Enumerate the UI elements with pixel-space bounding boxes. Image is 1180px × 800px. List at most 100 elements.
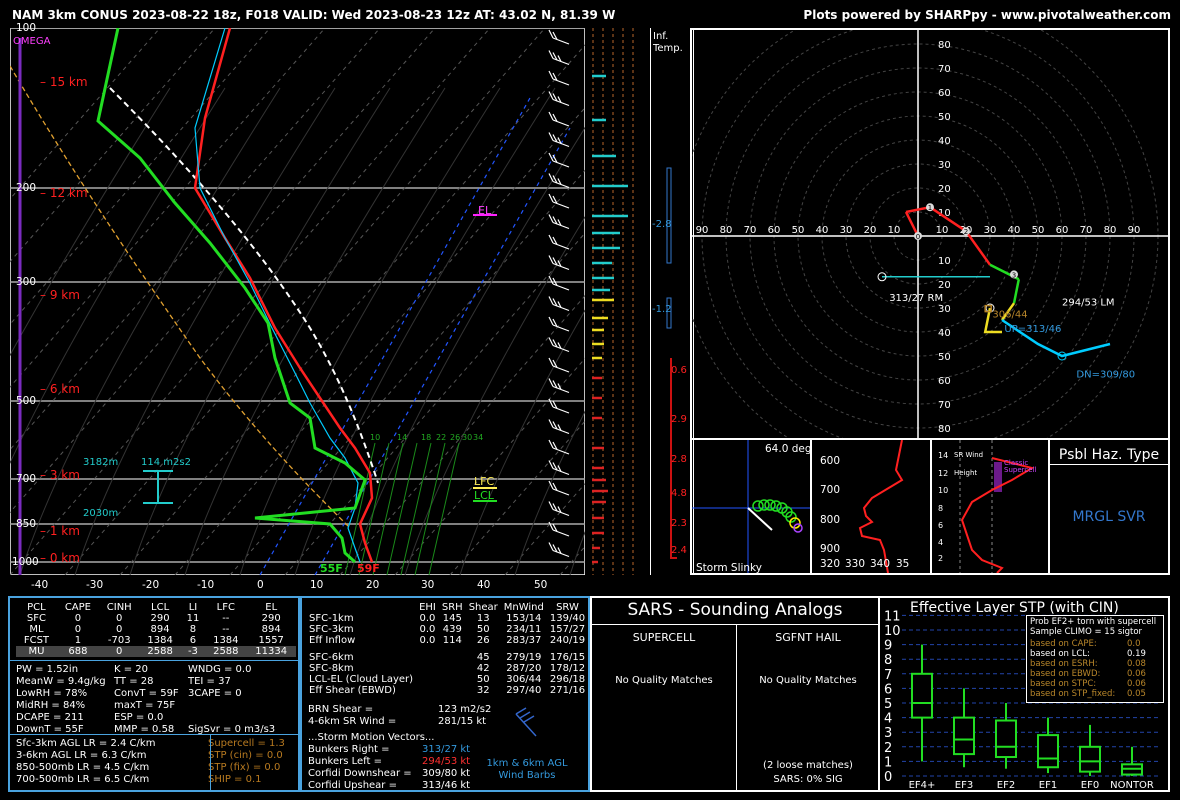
hodo-ring-label: 20	[864, 225, 877, 236]
hodo-ring-label: 50	[938, 112, 951, 123]
kinematic-header: SRW	[556, 602, 579, 613]
sars-hail-title: SGFNT HAIL	[775, 631, 841, 644]
parcel-cell: 1	[74, 635, 82, 646]
parcel-header: CINH	[106, 602, 132, 613]
wind-barbs-column	[548, 29, 570, 558]
el-label: EL	[478, 204, 492, 217]
kinematic-cell	[416, 663, 439, 674]
stp-category: EF2	[997, 780, 1015, 790]
kinematic-cell	[439, 663, 466, 674]
hodo-ring-label: 80	[1104, 225, 1117, 236]
parcel-row: FCST 1 -703 1384 6 1384 1557	[16, 635, 296, 646]
hodo-ring-label: 50	[938, 352, 951, 363]
storm-slinky-panel: 64.0 deg Storm Slinky	[690, 438, 812, 575]
height-label-15km: – 15 km	[40, 75, 88, 89]
kinematic-cell: 439	[442, 624, 462, 635]
kinematic-cell: 145	[442, 613, 462, 624]
index-line: ConvT = 59F	[114, 688, 179, 699]
parcel-cell: 1384	[213, 635, 239, 646]
hodo-ring-label: 30	[938, 160, 951, 171]
sr-ytick: 4	[938, 538, 944, 547]
index-line: K = 20	[114, 664, 149, 675]
wind-barb	[548, 173, 570, 189]
stp-ytick: 2	[884, 741, 892, 756]
parcel-cell: -703	[107, 635, 131, 646]
wind-barb	[548, 29, 570, 45]
wind-barb	[548, 193, 570, 209]
kinematic-cell: 50	[476, 624, 490, 635]
classic-supercell-label: Classic Supercell	[1004, 459, 1037, 474]
stp-box	[953, 688, 975, 768]
hodo-segment	[1012, 278, 1021, 304]
sr-ytick: 6	[938, 521, 944, 530]
parcel-cell: --	[222, 624, 230, 635]
stp-ytick: 8	[884, 653, 892, 668]
slinky-ytick: 700	[820, 484, 841, 496]
sars-panel: SARS - Sounding Analogs SUPERCELL SGFNT …	[590, 596, 880, 792]
index-line: STP (fix) = 0.0	[208, 762, 281, 773]
kinematics-panel: EHI SRH Shear MnWind SRW SFC-1km 0.0 145 13 153/…	[300, 596, 590, 792]
barbs-label-1: 1km & 6km AGL	[486, 758, 568, 769]
skewt-svg	[10, 28, 585, 575]
kinematic-cell: 306/44	[506, 674, 542, 685]
parcel-cell: ML	[29, 624, 44, 635]
parcel-cell: 0	[116, 613, 123, 624]
hodo-ring-label: 80	[720, 225, 733, 236]
kinematic-row: Eff Shear (EBWD) 32 297/40 271/16	[306, 685, 588, 696]
hodo-ring-label: 30	[938, 304, 951, 315]
temp-tick: 0	[257, 579, 264, 591]
dewpoint-trace	[96, 28, 367, 564]
stp-box	[1079, 724, 1101, 776]
height-label-9km: – 9 km	[40, 288, 80, 302]
index-line: DCAPE = 211	[16, 712, 84, 723]
stp-ytick: 10	[884, 624, 901, 639]
temp-tick: 10	[310, 579, 324, 591]
hodo-ring-label: 90	[696, 225, 709, 236]
slinky-xtick: 320	[820, 558, 841, 570]
index-line	[188, 712, 275, 724]
parcel-cell: 290	[261, 613, 281, 624]
hodo-ring-label: 70	[744, 225, 757, 236]
index-line: TEI = 37	[188, 676, 231, 687]
stp-prob-value: 0.0	[1127, 639, 1141, 649]
parcel-row: ML 0 0 894 8 -- 894	[16, 624, 296, 635]
kinematics-table: EHI SRH Shear MnWind SRW SFC-1km 0.0 145 13 153/…	[306, 602, 588, 696]
eff-inflow-top-label: 3182m	[83, 457, 119, 468]
kinematic-row: SFC-8km 42 287/20 178/12	[306, 663, 588, 674]
inferred-label-2: Temp.	[653, 43, 683, 54]
kinematic-cell: 287/20	[506, 663, 542, 674]
kinematic-cell: 45	[476, 652, 490, 663]
header-credit: Plots powered by SHARPpy - www.pivotalwe…	[803, 8, 1171, 22]
parcel-cell: 894	[261, 624, 281, 635]
wind-barb	[548, 214, 570, 230]
kinematic-cell: 157/27	[549, 624, 586, 635]
parcel-cell: 894	[150, 624, 170, 635]
slinky-xtick: 340	[870, 558, 891, 570]
index-line: LowRH = 78%	[16, 688, 88, 699]
sr-wind-label: 4-6km SR Wind =	[308, 716, 397, 727]
parcel-cell: 8	[189, 624, 197, 635]
parcel-header: LI	[188, 602, 198, 613]
hodo-ring-label: 30	[840, 225, 853, 236]
hodo-ring-label: 60	[938, 88, 951, 99]
stp-box	[1121, 746, 1143, 776]
stp-ytick: 3	[884, 726, 892, 741]
kinematic-cell: 32	[476, 685, 490, 696]
pressure-label-850: 850	[16, 518, 37, 530]
kinematic-cell: LCL-EL (Cloud Layer)	[309, 674, 414, 685]
stp-prob-row: based on STP_fixed:	[1030, 689, 1116, 699]
stp-prob-row: based on CAPE:	[1030, 639, 1097, 649]
kinematic-row: Eff Inflow 0.0 114 26 283/37 240/19	[306, 635, 588, 649]
pressure-label-1000: 1000	[12, 556, 39, 568]
lapse-rates: Sfc-3km AGL LR = 2.4 C/km 3-6km AGL LR = …	[16, 738, 155, 786]
hodo-height-label: 0	[916, 233, 920, 241]
corfidi-up: Corfidi Upshear =	[308, 780, 397, 791]
hodo-ring-label: 70	[1080, 225, 1093, 236]
parcel-cell: --	[222, 613, 230, 624]
temp-tick: -40	[31, 579, 49, 591]
sars-supercell-result: No Quality Matches	[615, 675, 713, 686]
hodo-ring-label: 10	[888, 225, 901, 236]
parcel-cell: 290	[150, 613, 170, 624]
stp-prob-row: based on LCL:	[1030, 649, 1090, 659]
stp-category: EF4+	[909, 780, 936, 790]
